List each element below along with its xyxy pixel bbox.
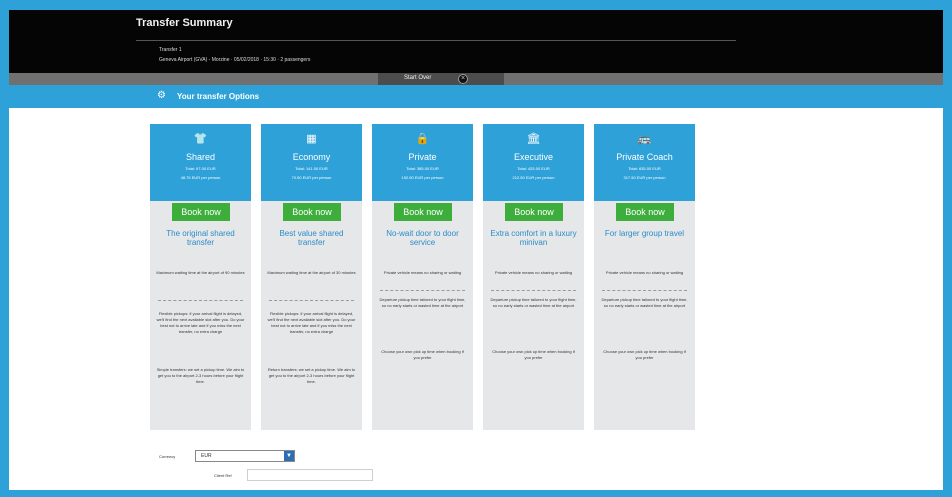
card-header: 🚌 Private Coach Total: 635.00 EUR 317.50… — [594, 124, 695, 201]
page-frame: Transfer Summary Transfer 1 Geneva Airpo… — [9, 10, 943, 490]
transfer-card-economy: ▦ Economy Total: 141.00 EUR 70.50 EUR pe… — [261, 124, 362, 430]
gear-icon: ⚙ — [157, 90, 166, 101]
card-price: Total: 141.00 EUR — [295, 166, 328, 171]
options-title: Your transfer Options — [177, 92, 260, 101]
bank-icon: 🏛 — [526, 133, 541, 145]
transfer-card-private: 🔒 Private Total: 385.00 EUR 192.50 EUR p… — [372, 124, 473, 430]
card-per-person: 317.50 EUR per person — [623, 175, 666, 180]
card-divider — [269, 300, 354, 301]
currency-label: Currency — [159, 454, 176, 459]
card-tagline: Best value shared transfer — [279, 229, 344, 247]
card-info: Private vehicle means no sharing or wait… — [383, 270, 462, 275]
book-now-button[interactable]: Book now — [616, 203, 674, 221]
book-now-button[interactable]: Book now — [505, 203, 563, 221]
book-now-button[interactable]: Book now — [283, 203, 341, 221]
currency-select[interactable]: EUR ▼ — [195, 450, 295, 462]
close-icon: × — [458, 74, 468, 84]
start-over-button[interactable]: Start Over × — [378, 73, 504, 85]
header-divider — [136, 40, 736, 41]
card-return-info: Choose your own pick up time when bookin… — [603, 349, 686, 360]
transfer-card-private-coach: 🚌 Private Coach Total: 635.00 EUR 317.50… — [594, 124, 695, 430]
transfer-card-executive: 🏛 Executive Total: 425.00 EUR 212.50 EUR… — [483, 124, 584, 430]
card-pickup-info: Flexible pickups: if your arrival flight… — [267, 311, 356, 334]
card-divider — [602, 290, 687, 291]
card-pickup-info: Departure pickup time tailored to your f… — [379, 297, 466, 308]
page-title: Transfer Summary — [136, 17, 233, 29]
card-info: Private vehicle means no sharing or wait… — [605, 270, 684, 275]
card-header: 🔒 Private Total: 385.00 EUR 192.50 EUR p… — [372, 124, 473, 201]
card-name: Shared — [185, 152, 216, 162]
card-per-person: 70.50 EUR per person — [291, 175, 332, 180]
card-name: Private — [408, 152, 437, 162]
card-name: Private Coach — [616, 152, 673, 162]
card-per-person: 48.75 EUR per person — [180, 175, 221, 180]
card-per-person: 192.50 EUR per person — [401, 175, 444, 180]
shirt-icon: 👕 — [193, 133, 208, 145]
card-info: Private vehicle means no sharing or wait… — [494, 270, 573, 275]
card-header: 🏛 Executive Total: 425.00 EUR 212.50 EUR… — [483, 124, 584, 201]
card-per-person: 212.50 EUR per person — [512, 175, 555, 180]
card-price: Total: 385.00 EUR — [406, 166, 439, 171]
building-icon: ▦ — [306, 133, 317, 145]
card-pickup-info: Flexible pickups: if your arrival flight… — [156, 311, 245, 334]
options-header: ⚙ Your transfer Options — [9, 85, 943, 108]
card-pickup-info: Departure pickup time tailored to your f… — [490, 297, 577, 308]
lock-icon: 🔒 — [415, 133, 430, 145]
transfer-label: Transfer 1 — [159, 47, 182, 53]
card-header: 👕 Shared Total: 97.00 EUR 48.75 EUR per … — [150, 124, 251, 201]
card-tagline: The original shared transfer — [166, 229, 235, 247]
book-now-button[interactable]: Book now — [394, 203, 452, 221]
card-price: Total: 97.00 EUR — [185, 166, 216, 171]
card-info: Maximum waiting time at the airport of 3… — [267, 270, 356, 275]
transfer-card-shared: 👕 Shared Total: 97.00 EUR 48.75 EUR per … — [150, 124, 251, 430]
card-info: Maximum waiting time at the airport of 9… — [156, 270, 245, 275]
currency-value: EUR — [201, 453, 212, 459]
card-price: Total: 425.00 EUR — [517, 166, 550, 171]
summary-header: Transfer Summary Transfer 1 Geneva Airpo… — [9, 10, 943, 73]
card-return-info: Choose your own pick up time when bookin… — [492, 349, 575, 360]
client-ref-input[interactable] — [247, 469, 373, 481]
transfer-details: Geneva Airport (GVA) - Morzine · 05/02/2… — [159, 57, 311, 63]
card-name: Economy — [292, 152, 331, 162]
coach-icon: 🚌 — [637, 133, 652, 145]
card-pickup-info: Departure pickup time tailored to your f… — [601, 297, 688, 308]
card-tagline: Extra comfort in a luxury minivan — [490, 229, 577, 247]
book-now-button[interactable]: Book now — [172, 203, 230, 221]
card-price: Total: 635.00 EUR — [628, 166, 661, 171]
card-return-info: Choose your own pick up time when bookin… — [381, 349, 464, 360]
start-over-label: Start Over — [404, 75, 432, 81]
card-return-info: Simple transfers: we set a pickup time. … — [156, 367, 245, 384]
card-tagline: For larger group travel — [604, 229, 685, 238]
client-ref-label: Client Ref — [214, 473, 232, 478]
card-return-info: Return transfers: we set a pickup time. … — [267, 367, 356, 384]
card-divider — [380, 290, 465, 291]
chevron-down-icon: ▼ — [284, 451, 294, 461]
card-divider — [491, 290, 576, 291]
card-tagline: No-wait door to door service — [386, 229, 459, 247]
card-header: ▦ Economy Total: 141.00 EUR 70.50 EUR pe… — [261, 124, 362, 201]
card-divider — [158, 300, 243, 301]
card-name: Executive — [513, 152, 554, 162]
